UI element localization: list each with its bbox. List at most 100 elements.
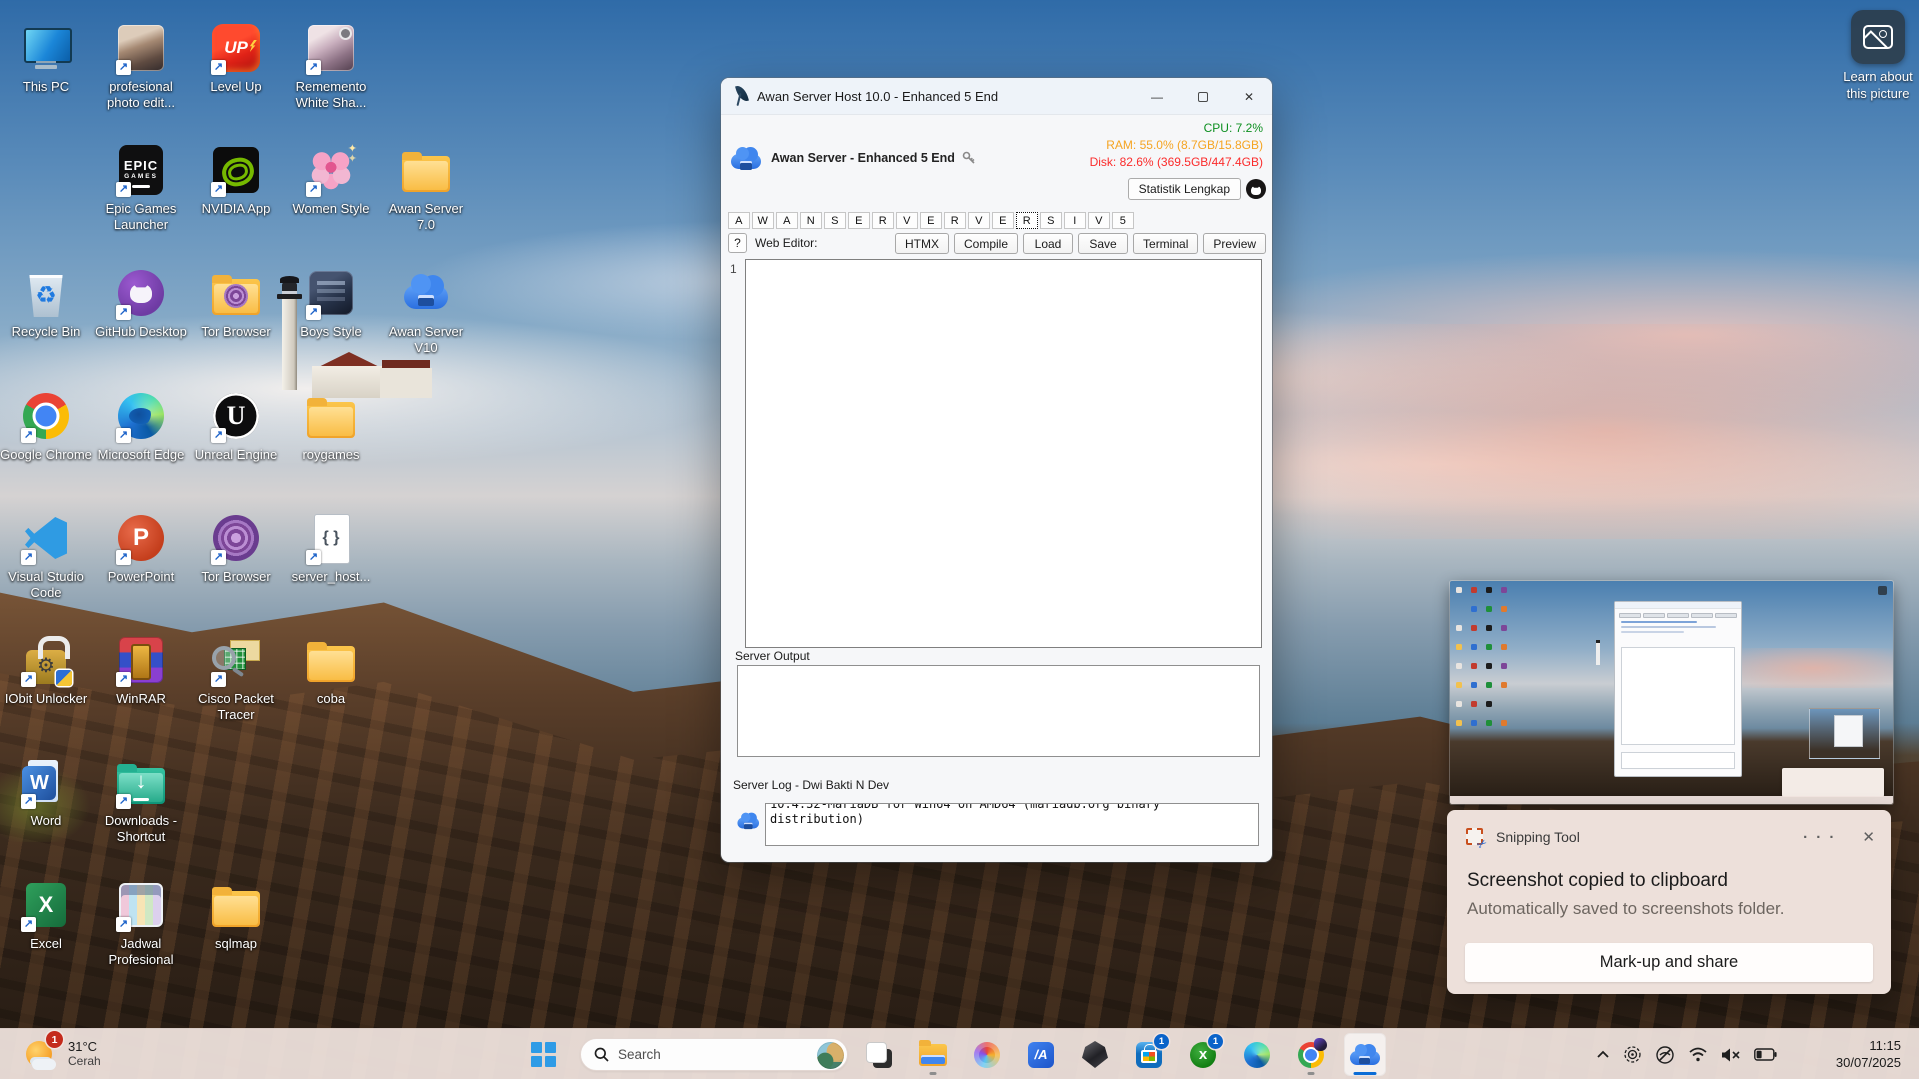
desktop-icon-roygames[interactable]: roygames <box>285 388 377 463</box>
desktop-icon-word[interactable]: W↗Word <box>0 754 92 829</box>
desktop-icon-excel[interactable]: X↗Excel <box>0 877 92 952</box>
tab-v-10[interactable]: V <box>968 212 990 229</box>
weather-widget[interactable]: 1 31°C Cerah <box>24 1035 101 1072</box>
tab-e-8[interactable]: E <box>920 212 942 229</box>
tab-5-16[interactable]: 5 <box>1112 212 1134 229</box>
notification-more-button[interactable]: · · · <box>1803 829 1836 846</box>
eye-off-icon[interactable] <box>1655 1045 1675 1065</box>
ppt-icon: P↗ <box>113 510 169 566</box>
maximize-button[interactable] <box>1180 78 1226 115</box>
desktop-icon-level-up[interactable]: UP↗Level Up <box>190 20 282 95</box>
search-input[interactable] <box>618 1047 778 1062</box>
screenshot-thumbnail-preview[interactable] <box>1450 581 1893 804</box>
snipping-tool-notification: Snipping Tool · · · ✕ Screenshot copied … <box>1447 810 1891 994</box>
desktop-icon-women-style[interactable]: ↗Women Style <box>285 142 377 217</box>
desktop-icon-label: Epic Games Launcher <box>95 201 187 233</box>
tab-a-2[interactable]: A <box>776 212 798 229</box>
wifi-icon[interactable] <box>1688 1047 1708 1062</box>
help-button[interactable]: ? <box>728 233 747 253</box>
desktop-icon-unreal-engine[interactable]: U↗Unreal Engine <box>190 388 282 463</box>
desktop-icon-tor-browser[interactable]: ↗Tor Browser <box>190 510 282 585</box>
desktop-icon-visual-studio-code[interactable]: ↗Visual Studio Code <box>0 510 92 601</box>
tab-a-0[interactable]: A <box>728 212 750 229</box>
desktop-icon-label: Boys Style <box>285 324 377 340</box>
taskbar-dev-app-icon[interactable]: /A <box>1020 1033 1062 1076</box>
taskbar-edge-icon[interactable] <box>1236 1033 1278 1076</box>
desktop-icon-server-host[interactable]: { }↗server_host... <box>285 510 377 585</box>
desktop-icon-sqlmap[interactable]: sqlmap <box>190 877 282 952</box>
volume-muted-icon[interactable] <box>1721 1047 1741 1063</box>
preview-button[interactable]: Preview <box>1203 233 1266 254</box>
desktop-icon-jadwal-profesional[interactable]: ↗Jadwal Profesional <box>95 877 187 968</box>
desktop-icon-profesional-photo-edit[interactable]: ↗profesional photo edit... <box>95 20 187 111</box>
taskbar-gem-app-icon[interactable] <box>1074 1033 1116 1076</box>
code-editor[interactable] <box>745 259 1262 648</box>
taskbar-task-view-icon[interactable] <box>858 1033 900 1076</box>
tab-v-15[interactable]: V <box>1088 212 1110 229</box>
shortcut-arrow-icon: ↗ <box>116 794 131 809</box>
desktop-icon-downloads-shortcut[interactable]: ↓↗Downloads - Shortcut <box>95 754 187 845</box>
desktop-icon-nvidia-app[interactable]: ↗NVIDIA App <box>190 142 282 217</box>
desktop-icon-github-desktop[interactable]: ↗GitHub Desktop <box>95 265 187 340</box>
taskbar-microsoft-store-icon[interactable]: 1 <box>1128 1033 1170 1076</box>
server-output-box[interactable] <box>737 665 1260 757</box>
minimize-button[interactable]: — <box>1134 78 1180 115</box>
shortcut-arrow-icon: ↗ <box>21 672 36 687</box>
tab-v-7[interactable]: V <box>896 212 918 229</box>
tab-s-13[interactable]: S <box>1040 212 1062 229</box>
boys-icon: ↗ <box>303 265 359 321</box>
desktop-icon-microsoft-edge[interactable]: ↗Microsoft Edge <box>95 388 187 463</box>
tab-e-11[interactable]: E <box>992 212 1014 229</box>
load-button[interactable]: Load <box>1023 233 1073 254</box>
desktop-icon-rememento-white-sha[interactable]: ↗Rememento White Sha... <box>285 20 377 111</box>
tray-chevron-up-icon[interactable] <box>1596 1050 1610 1059</box>
tab-n-3[interactable]: N <box>800 212 822 229</box>
tab-w-1[interactable]: W <box>752 212 774 229</box>
hotspot-icon[interactable] <box>1623 1045 1642 1064</box>
desktop-icon-google-chrome[interactable]: ↗Google Chrome <box>0 388 92 463</box>
shortcut-arrow-icon: ↗ <box>116 428 131 443</box>
save-button[interactable]: Save <box>1078 233 1128 254</box>
desktop-icon-this-pc[interactable]: This PC <box>0 20 92 95</box>
server-log-box[interactable]: 10.4.32-MariaDB for Win64 on AMD64 (mari… <box>765 803 1259 846</box>
shortcut-arrow-icon: ↗ <box>306 550 321 565</box>
desktop-icon-boys-style[interactable]: ↗ Boys Style <box>285 265 377 340</box>
desktop-icon-awan-server-v10[interactable]: Awan Server V10 <box>380 265 472 356</box>
battery-icon[interactable] <box>1754 1048 1777 1061</box>
desktop-icon-coba[interactable]: coba <box>285 632 377 707</box>
desktop-icon-iobit-unlocker[interactable]: ⚙↗IObit Unlocker <box>0 632 92 707</box>
desktop-icon-recycle-bin[interactable]: ♻Recycle Bin <box>0 265 92 340</box>
close-button[interactable]: ✕ <box>1226 78 1272 115</box>
taskbar-clock[interactable]: 11:15 30/07/2025 <box>1836 1037 1901 1071</box>
desktop-icon-awan-server-7-0[interactable]: Awan Server 7.0 <box>380 142 472 233</box>
statistik-lengkap-button[interactable]: Statistik Lengkap <box>1128 178 1241 200</box>
taskbar-copilot-icon[interactable] <box>966 1033 1008 1076</box>
notification-close-button[interactable]: ✕ <box>1862 828 1875 846</box>
taskbar-xbox-icon[interactable]: x1 <box>1182 1033 1224 1076</box>
window-titlebar[interactable]: Awan Server Host 10.0 - Enhanced 5 End —… <box>721 78 1272 115</box>
tab-s-4[interactable]: S <box>824 212 846 229</box>
taskbar-awan-server-icon[interactable] <box>1344 1033 1386 1076</box>
compile-button[interactable]: Compile <box>954 233 1018 254</box>
htmx-button[interactable]: HTMX <box>895 233 949 254</box>
tab-i-14[interactable]: I <box>1064 212 1086 229</box>
github-icon[interactable] <box>1246 179 1266 199</box>
markup-and-share-button[interactable]: Mark-up and share <box>1465 943 1873 982</box>
tab-r-12[interactable]: R <box>1016 212 1038 229</box>
tab-e-5[interactable]: E <box>848 212 870 229</box>
terminal-button[interactable]: Terminal <box>1133 233 1198 254</box>
folder-icon <box>303 632 359 688</box>
shortcut-arrow-icon: ↗ <box>211 182 226 197</box>
tab-r-9[interactable]: R <box>944 212 966 229</box>
learn-about-this-picture[interactable]: Learn about this picture <box>1832 10 1919 102</box>
taskbar-file-explorer-icon[interactable] <box>912 1033 954 1076</box>
start-button[interactable] <box>531 1042 556 1067</box>
desktop-icon-tor-browser[interactable]: Tor Browser <box>190 265 282 340</box>
desktop-icon-epic-games-launcher[interactable]: EPICGAMES↗Epic Games Launcher <box>95 142 187 233</box>
desktop-icon-cisco-packet-tracer[interactable]: ↗Cisco Packet Tracer <box>190 632 282 723</box>
tab-r-6[interactable]: R <box>872 212 894 229</box>
desktop-icon-powerpoint[interactable]: P↗PowerPoint <box>95 510 187 585</box>
taskbar-search[interactable] <box>580 1038 848 1071</box>
desktop-icon-winrar[interactable]: ↗WinRAR <box>95 632 187 707</box>
taskbar-chrome-icon[interactable] <box>1290 1033 1332 1076</box>
